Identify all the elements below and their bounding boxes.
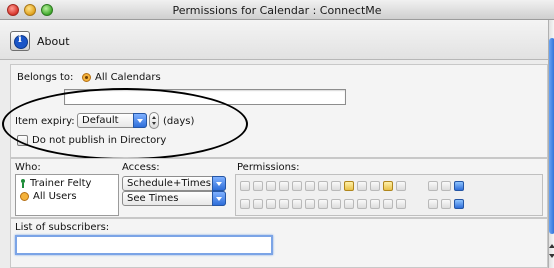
permissions-section: Who: Access: Permissions: Trainer Felty … [10, 158, 548, 218]
publish-permission-icon[interactable] [454, 180, 464, 191]
permissions-row [240, 197, 464, 210]
search-permission-icon[interactable] [370, 180, 380, 191]
copy-permission-icon[interactable] [318, 180, 328, 191]
do-not-publish-checkbox[interactable] [17, 135, 28, 146]
access-value: See Times [127, 193, 179, 204]
item-expiry-label: Item expiry: [15, 116, 75, 127]
permissions-grid [235, 174, 543, 216]
do-not-publish-label: Do not publish in Directory [32, 135, 167, 146]
title-bar[interactable]: Permissions for Calendar : ConnectMe [0, 0, 554, 20]
group-icon [20, 192, 29, 201]
private-permission-icon[interactable] [344, 198, 354, 209]
info-icon [10, 31, 30, 51]
toolbar: About [0, 20, 548, 60]
manage-permission-icon[interactable] [396, 180, 406, 191]
access-select-trainer[interactable]: Schedule+Times [122, 176, 226, 191]
subscribers-label: List of subscribers: [15, 222, 110, 233]
belongs-to-field[interactable] [64, 89, 346, 105]
belongs-section: Belongs to: All Calendars Item expiry: D… [10, 64, 548, 158]
access-value: Schedule+Times [127, 178, 212, 189]
item-expiry-value: Default [82, 115, 119, 126]
calendar-permission-icon[interactable] [357, 180, 367, 191]
sign-permission-icon[interactable] [292, 180, 302, 191]
edit-permission-icon[interactable] [240, 198, 250, 209]
item-expiry-select[interactable]: Default [77, 113, 147, 128]
item-expiry-unit: (days) [163, 116, 195, 127]
link-permission-icon[interactable] [441, 198, 451, 209]
delete-permission-icon[interactable] [266, 198, 276, 209]
private-permission-icon[interactable] [344, 180, 354, 191]
chevron-down-icon [212, 191, 226, 206]
link-permission-icon[interactable] [441, 180, 451, 191]
copy-permission-icon[interactable] [318, 198, 328, 209]
search-permission-icon[interactable] [370, 198, 380, 209]
reminder-permission-icon[interactable] [383, 180, 393, 191]
who-item-label: Trainer Felty [30, 178, 92, 189]
who-list-item[interactable]: All Users [20, 191, 77, 202]
edit-permission-icon[interactable] [240, 180, 250, 191]
notify-permission-icon[interactable] [279, 180, 289, 191]
calendar-permission-icon[interactable] [357, 198, 367, 209]
permissions-row [240, 179, 464, 192]
check-permission-icon[interactable] [331, 180, 341, 191]
about-label: About [37, 34, 70, 48]
scroll-up-icon[interactable] [549, 242, 554, 250]
belongs-to-label: Belongs to: [17, 72, 74, 83]
annotate-permission-icon[interactable] [305, 198, 315, 209]
about-button[interactable]: About [10, 30, 70, 52]
calendar-icon [82, 73, 91, 82]
manage-permission-icon[interactable] [396, 198, 406, 209]
sign-permission-icon[interactable] [292, 198, 302, 209]
who-list[interactable]: Trainer Felty All Users [15, 174, 119, 216]
access-label: Access: [122, 162, 160, 173]
person-permission-icon[interactable] [253, 180, 263, 191]
publish-permission-icon[interactable] [454, 198, 464, 209]
vertical-scrollbar[interactable] [548, 20, 554, 268]
annotate-permission-icon[interactable] [305, 180, 315, 191]
notify-permission-icon[interactable] [279, 198, 289, 209]
who-list-item[interactable]: Trainer Felty [20, 178, 91, 189]
item-expiry-stepper[interactable] [149, 112, 159, 129]
person-icon [20, 179, 26, 188]
who-item-label: All Users [33, 191, 77, 202]
chevron-down-icon [212, 176, 226, 191]
share-permission-icon[interactable] [428, 198, 438, 209]
permissions-label: Permissions: [237, 162, 300, 173]
who-label: Who: [15, 162, 41, 173]
delete-permission-icon[interactable] [266, 180, 276, 191]
subscribers-list[interactable] [15, 235, 273, 255]
permissions-window: Permissions for Calendar : ConnectMe Abo… [0, 0, 554, 268]
check-permission-icon[interactable] [331, 198, 341, 209]
belongs-to-value: All Calendars [95, 72, 161, 83]
chevron-down-icon [133, 113, 147, 128]
scrollbar-thumb[interactable] [549, 38, 554, 234]
person-permission-icon[interactable] [253, 198, 263, 209]
subscribers-section: List of subscribers: [10, 218, 548, 268]
scroll-down-icon[interactable] [549, 252, 554, 260]
reminder-permission-icon[interactable] [383, 198, 393, 209]
share-permission-icon[interactable] [428, 180, 438, 191]
access-select-all-users[interactable]: See Times [122, 191, 226, 206]
window-title: Permissions for Calendar : ConnectMe [172, 4, 382, 17]
